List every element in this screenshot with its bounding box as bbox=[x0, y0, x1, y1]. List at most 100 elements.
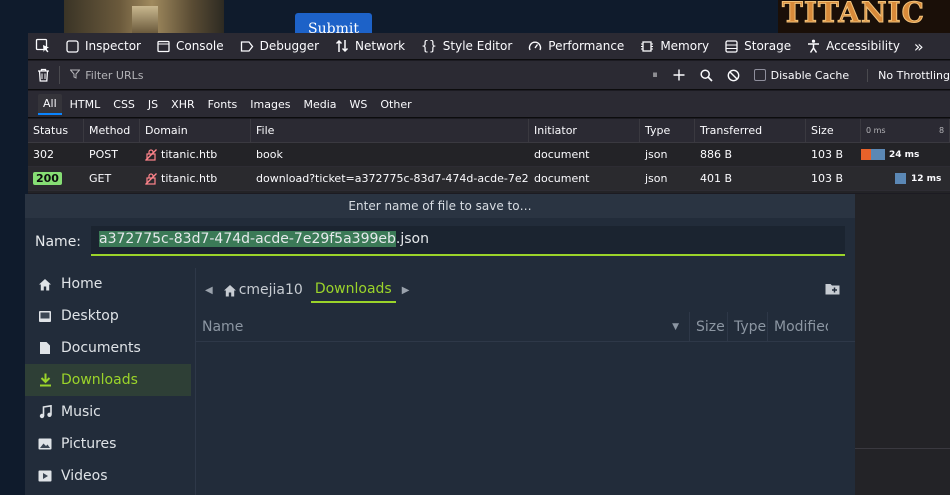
name-label: Name: bbox=[35, 234, 82, 250]
accessibility-icon bbox=[807, 39, 820, 53]
timing-bar-blocked bbox=[861, 149, 871, 160]
clear-requests-trash-icon[interactable] bbox=[28, 68, 59, 82]
filename-input[interactable]: a372775c-83d7-474d-acde-7e29f5a399eb.jso… bbox=[91, 226, 845, 256]
path-crumb-home[interactable]: cmejia10 bbox=[223, 282, 303, 298]
tab-accessibility[interactable]: Accessibility bbox=[799, 33, 908, 60]
debugger-icon bbox=[240, 40, 254, 53]
col-modified[interactable]: Modified bbox=[768, 312, 828, 342]
download-icon bbox=[37, 373, 53, 387]
table-row[interactable]: 302 POST titanic.htb book document json … bbox=[28, 143, 950, 167]
col-initiator[interactable]: Initiator bbox=[529, 119, 640, 142]
row-method: POST bbox=[89, 148, 118, 161]
element-picker-icon[interactable] bbox=[28, 33, 58, 60]
submit-button[interactable]: Submit bbox=[295, 13, 372, 33]
domain-text: titanic.htb bbox=[161, 172, 218, 185]
filter-ws[interactable]: WS bbox=[345, 95, 373, 114]
col-type[interactable]: Type bbox=[640, 119, 695, 142]
tab-console[interactable]: Console bbox=[149, 33, 232, 60]
timing-bar-waiting bbox=[895, 173, 906, 184]
sidebar-item-music[interactable]: Music bbox=[25, 396, 195, 428]
filter-fonts[interactable]: Fonts bbox=[203, 95, 243, 114]
disable-cache-label: Disable Cache bbox=[770, 68, 850, 82]
new-folder-icon[interactable] bbox=[825, 282, 840, 298]
filter-js[interactable]: JS bbox=[143, 95, 163, 114]
filter-other[interactable]: Other bbox=[375, 95, 416, 114]
col-name[interactable]: Name ▼ bbox=[196, 311, 690, 342]
disable-cache-toggle[interactable]: Disable Cache bbox=[753, 68, 850, 82]
request-type-filters: All HTML CSS JS XHR Fonts Images Media W… bbox=[28, 91, 950, 118]
sidebar-item-label: Downloads bbox=[61, 372, 138, 388]
memory-chip-icon bbox=[640, 40, 654, 53]
filter-media[interactable]: Media bbox=[298, 95, 341, 114]
tab-label: Inspector bbox=[85, 39, 141, 53]
tab-label: Debugger bbox=[259, 39, 320, 53]
sidebar-item-desktop[interactable]: Desktop bbox=[25, 300, 195, 332]
table-row[interactable]: 200 GET titanic.htb download?ticket=a372… bbox=[28, 167, 950, 191]
throttling-select[interactable]: No Throttling bbox=[867, 68, 950, 82]
path-crumb-label: cmejia10 bbox=[238, 282, 303, 298]
waterfall-tick-1: 8 bbox=[939, 126, 945, 135]
filter-all[interactable]: All bbox=[38, 93, 62, 115]
row-status: 302 bbox=[28, 143, 84, 166]
sidebar-item-pictures[interactable]: Pictures bbox=[25, 428, 195, 460]
document-icon bbox=[37, 341, 53, 355]
sidebar-item-label: Pictures bbox=[61, 436, 117, 452]
row-initiator: document bbox=[534, 172, 590, 185]
sidebar-item-documents[interactable]: Documents bbox=[25, 332, 195, 364]
path-forward-arrow-icon[interactable]: ▶ bbox=[402, 285, 410, 296]
col-type[interactable]: Type bbox=[728, 311, 768, 342]
filter-html[interactable]: HTML bbox=[65, 95, 106, 114]
sidebar-item-videos[interactable]: Videos bbox=[25, 460, 195, 492]
dialog-title: Enter name of file to save to… bbox=[25, 194, 855, 218]
home-icon bbox=[223, 284, 237, 297]
tab-performance[interactable]: Performance bbox=[520, 33, 632, 60]
filter-css[interactable]: CSS bbox=[108, 95, 140, 114]
filter-placeholder: Filter URLs bbox=[85, 68, 144, 82]
disable-cache-checkbox[interactable] bbox=[753, 69, 766, 81]
col-method[interactable]: Method bbox=[84, 119, 140, 142]
col-domain[interactable]: Domain bbox=[140, 119, 251, 142]
tab-storage[interactable]: Storage bbox=[717, 33, 799, 60]
col-waterfall[interactable]: 0 ms 8 bbox=[861, 119, 950, 142]
video-icon bbox=[37, 470, 53, 482]
col-size[interactable]: Size bbox=[806, 119, 861, 142]
pause-recording-icon[interactable]: ⏸ bbox=[644, 68, 665, 82]
row-type: json bbox=[645, 148, 668, 161]
timing-bar-waiting bbox=[871, 149, 885, 160]
tab-memory[interactable]: Memory bbox=[632, 33, 717, 60]
tab-style-editor[interactable]: {} Style Editor bbox=[413, 33, 520, 60]
more-tools-chevron-icon[interactable]: » bbox=[908, 33, 930, 60]
domain-text: titanic.htb bbox=[161, 148, 218, 161]
filter-xhr[interactable]: XHR bbox=[166, 95, 199, 114]
picture-icon bbox=[37, 438, 53, 450]
sidebar-item-home[interactable]: Home bbox=[25, 268, 195, 300]
sidebar-item-label: Documents bbox=[61, 340, 141, 356]
row-type: json bbox=[645, 172, 668, 185]
tab-network[interactable]: Network bbox=[327, 33, 413, 60]
search-icon[interactable] bbox=[693, 68, 720, 82]
filter-urls-input[interactable]: Filter URLs bbox=[59, 66, 644, 84]
block-requests-icon[interactable] bbox=[720, 69, 747, 82]
col-transferred[interactable]: Transferred bbox=[695, 119, 806, 142]
path-crumb-downloads[interactable]: Downloads bbox=[310, 277, 396, 303]
add-filter-plus-icon[interactable] bbox=[666, 69, 693, 81]
row-file: book bbox=[256, 148, 283, 161]
places-sidebar: Home Desktop Documents Downloads Music P… bbox=[25, 268, 195, 495]
sidebar-item-downloads[interactable]: Downloads bbox=[25, 364, 191, 396]
sort-chevron-down-icon: ▼ bbox=[672, 321, 679, 332]
inspector-icon bbox=[66, 39, 79, 53]
tab-debugger[interactable]: Debugger bbox=[232, 33, 327, 60]
filename-row: Name: a372775c-83d7-474d-acde-7e29f5a399… bbox=[25, 220, 855, 264]
path-back-arrow-icon[interactable]: ◀ bbox=[205, 285, 213, 296]
console-icon bbox=[157, 40, 170, 53]
col-status[interactable]: Status bbox=[28, 119, 84, 142]
page-left-edge bbox=[0, 33, 28, 495]
tab-inspector[interactable]: Inspector bbox=[58, 33, 149, 60]
desktop-icon bbox=[37, 310, 53, 323]
filter-images[interactable]: Images bbox=[245, 95, 295, 114]
divider bbox=[855, 448, 950, 449]
col-file[interactable]: File bbox=[251, 119, 529, 142]
sidebar-item-label: Home bbox=[61, 276, 103, 292]
home-icon bbox=[37, 278, 53, 291]
col-size[interactable]: Size bbox=[690, 311, 728, 342]
